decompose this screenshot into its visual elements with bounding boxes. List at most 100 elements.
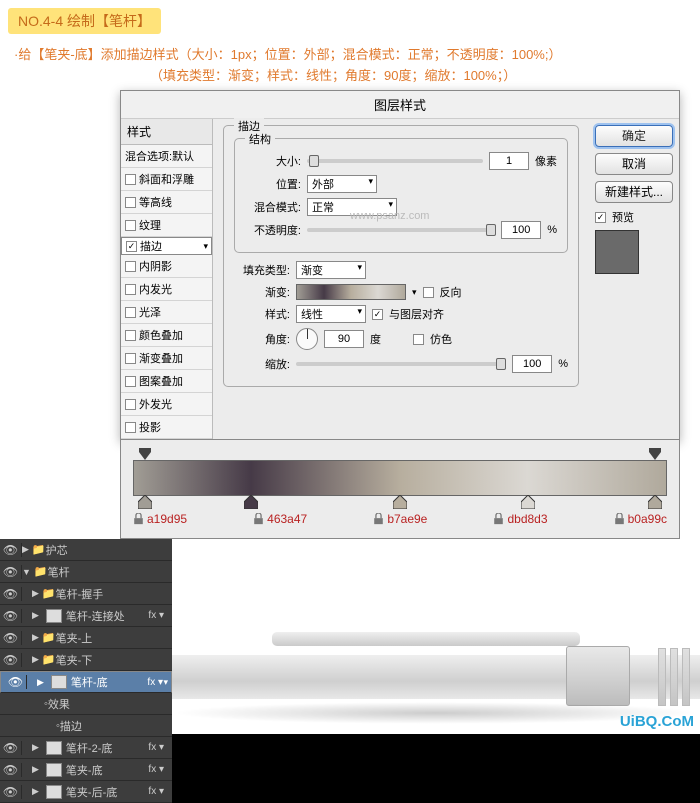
layer-row[interactable]: ◦ 描边 [0,715,172,737]
opacity-stop-right[interactable] [649,447,661,465]
align-checkbox[interactable] [372,309,383,320]
visibility-icon[interactable]: 👁 [0,609,22,623]
disclosure-icon[interactable]: ▶ [37,677,44,688]
fx-badge[interactable]: fx ▾ [144,742,168,753]
ok-button[interactable]: 确定 [595,125,673,147]
position-select[interactable]: 外部 [307,175,377,193]
disclosure-icon[interactable]: ▶ [32,588,39,599]
color-stop[interactable] [138,495,152,509]
size-slider[interactable] [307,159,483,163]
style-item-1[interactable]: 斜面和浮雕 [121,168,212,191]
style-item-0[interactable]: 混合选项:默认 [121,145,212,168]
fx-badge[interactable]: fx ▾ [143,677,167,688]
visibility-icon[interactable]: 👁 [0,763,22,777]
angle-input[interactable] [324,330,364,348]
layer-row[interactable]: 👁▼📁 笔杆 [0,561,172,583]
style-item-8[interactable]: 颜色叠加 [121,324,212,347]
disclosure-icon[interactable]: ▶ [32,610,39,621]
gradient-bar[interactable] [133,460,667,496]
chevron-down-icon[interactable]: ▾ [412,287,417,298]
disclosure-icon[interactable]: ▶ [22,544,29,555]
style-select[interactable]: 线性 [296,305,366,323]
style-item-3[interactable]: 纹理 [121,214,212,237]
style-item-9[interactable]: 渐变叠加 [121,347,212,370]
gradient-preview[interactable] [296,284,406,300]
layer-row[interactable]: ◦ 效果 [0,693,172,715]
dither-checkbox[interactable] [413,334,424,345]
fill-type-select[interactable]: 渐变 [296,261,366,279]
angle-dial[interactable] [296,328,318,350]
style-checkbox[interactable] [125,261,136,272]
size-unit: 像素 [535,153,557,169]
visibility-icon[interactable]: 👁 [0,543,22,557]
style-checkbox[interactable] [125,376,136,387]
style-checkbox[interactable] [126,241,137,252]
layer-row[interactable]: 👁▶📁 笔夹-上 [0,627,172,649]
layer-row[interactable]: 👁▶📁 笔夹-下 [0,649,172,671]
layer-row[interactable]: 👁▶笔杆-2-底fx ▾ [0,737,172,759]
style-item-2[interactable]: 等高线 [121,191,212,214]
style-item-4[interactable]: 描边 [121,237,212,255]
style-checkbox[interactable] [125,422,136,433]
style-item-11[interactable]: 外发光 [121,393,212,416]
style-checkbox[interactable] [125,353,136,364]
opacity-input[interactable] [501,221,541,239]
preview-checkbox[interactable] [595,212,606,223]
layer-row[interactable]: 👁▶笔夹-底fx ▾ [0,759,172,781]
style-item-10[interactable]: 图案叠加 [121,370,212,393]
fx-badge[interactable]: fx ▾ [144,764,168,775]
visibility-icon[interactable]: 👁 [0,587,22,601]
visibility-icon[interactable]: 👁 [0,565,22,579]
position-label: 位置: [245,176,301,192]
visibility-icon[interactable]: 👁 [0,631,22,645]
style-checkbox[interactable] [125,174,136,185]
visibility-icon[interactable]: 👁 [0,741,22,755]
color-stop[interactable] [244,495,258,509]
dialog-title: 图层样式 [121,91,679,119]
structure-group: 结构 大小: 像素 位置: 外部 混合模式: 正常 [234,138,568,253]
layer-row[interactable]: 👁▶笔夹-后-底fx ▾ [0,781,172,803]
stop-hex-label: b7ae9e [373,512,427,526]
layer-row[interactable]: 👁▶📁 护芯 [0,539,172,561]
fx-badge[interactable]: fx ▾ [144,786,168,797]
color-stop[interactable] [393,495,407,509]
opacity-stop-left[interactable] [139,447,151,465]
style-checkbox[interactable] [125,330,136,341]
style-item-6[interactable]: 内发光 [121,278,212,301]
disclosure-icon[interactable]: ▼ [22,567,31,577]
disclosure-icon[interactable]: ▶ [32,764,39,775]
style-checkbox[interactable] [125,284,136,295]
disclosure-icon[interactable]: ▶ [32,632,39,643]
style-checkbox[interactable] [125,197,136,208]
visibility-icon[interactable]: 👁 [0,785,22,799]
layer-row[interactable]: 👁▶笔杆-连接处fx ▾ [0,605,172,627]
disclosure-icon[interactable]: ▶ [32,654,39,665]
fx-badge[interactable]: fx ▾ [144,610,168,621]
disclosure-icon[interactable]: ▶ [32,786,39,797]
layer-row[interactable]: 👁▶📁 笔杆-握手 [0,583,172,605]
cancel-button[interactable]: 取消 [595,153,673,175]
style-item-5[interactable]: 内阴影 [121,255,212,278]
style-label: 内阴影 [139,258,172,274]
layer-row[interactable]: 👁▶笔杆-底fx ▾ [0,671,172,693]
fill-type-label: 填充类型: [234,262,290,278]
folder-icon: 📁 [42,587,56,600]
scale-input[interactable] [512,355,552,373]
style-item-7[interactable]: 光泽 [121,301,212,324]
reverse-checkbox[interactable] [423,287,434,298]
style-item-12[interactable]: 投影 [121,416,212,439]
color-stop[interactable] [521,495,535,509]
style-checkbox[interactable] [125,307,136,318]
style-checkbox[interactable] [125,399,136,410]
visibility-icon[interactable]: 👁 [0,653,22,667]
disclosure-icon[interactable]: ▶ [32,742,39,753]
new-style-button[interactable]: 新建样式... [595,181,673,203]
visibility-icon[interactable]: 👁 [5,675,27,689]
instruction-line-1: ·给【笔夹-底】添加描边样式（大小：1px；位置：外部；混合模式：正常；不透明度… [14,44,700,63]
color-stop[interactable] [648,495,662,509]
size-input[interactable] [489,152,529,170]
style-checkbox[interactable] [125,220,136,231]
opacity-slider[interactable] [307,228,495,232]
style-label: 投影 [139,419,161,435]
scale-slider[interactable] [296,362,506,366]
